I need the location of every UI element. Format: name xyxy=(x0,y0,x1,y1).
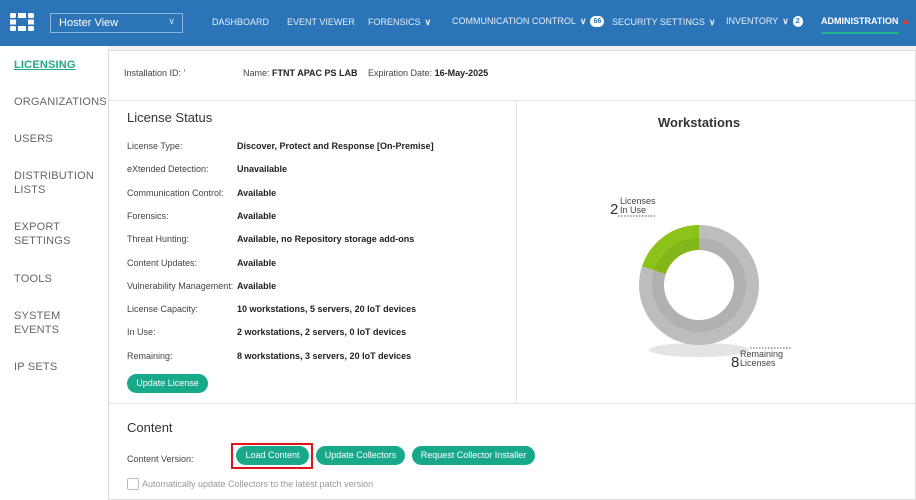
fortinet-logo[interactable] xyxy=(10,13,34,31)
nav-event-viewer[interactable]: EVENT VIEWER xyxy=(287,17,355,27)
sidebar-item-users[interactable]: USERS xyxy=(14,132,53,146)
license-row-value: Available xyxy=(237,280,277,291)
expiration-date: Expiration Date: 16-May-2025 xyxy=(368,68,488,78)
sidebar-item-licensing[interactable]: LICENSING xyxy=(14,58,76,72)
nav-forensics[interactable]: FORENSICS ∨ xyxy=(368,17,431,28)
license-row-value: Available xyxy=(237,257,277,268)
nav-label: COMMUNICATION CONTROL xyxy=(452,16,576,26)
sidebar-item-ip-sets[interactable]: IP SETS xyxy=(14,360,57,374)
license-name: Name: FTNT APAC PS LAB xyxy=(243,68,358,78)
top-nav: Hoster View ∨ DASHBOARD EVENT VIEWER FORE… xyxy=(0,0,916,46)
sidebar-item-system-events[interactable]: SYSTEM EVENTS xyxy=(14,309,74,337)
remaining-label-2: Licenses xyxy=(740,358,776,368)
license-row-value: 2 workstations, 2 servers, 0 IoT devices xyxy=(237,327,407,338)
value: ' xyxy=(183,68,186,78)
installation-id: Installation ID: ' xyxy=(124,68,185,78)
chevron-down-icon: ∨ xyxy=(579,16,587,26)
license-row-label: License Type: xyxy=(127,141,183,151)
nav-label: INVENTORY xyxy=(726,16,779,26)
license-row-value: Discover, Protect and Response [On-Premi… xyxy=(237,141,434,151)
load-content-button[interactable]: Load Content xyxy=(236,446,309,465)
in-use-label-2: In Use xyxy=(620,205,646,215)
auto-update-checkbox[interactable] xyxy=(127,478,139,490)
warning-icon: ▲ xyxy=(900,16,911,27)
request-collector-installer-button[interactable]: Request Collector Installer xyxy=(412,446,535,465)
remaining-count: 8 xyxy=(731,354,739,371)
label: Expiration Date: xyxy=(368,68,433,78)
nav-administration[interactable]: ADMINISTRATION ▲ xyxy=(821,16,911,27)
nav-inventory[interactable]: INVENTORY ∨ 2 xyxy=(726,16,803,27)
sidebar-item-organizations[interactable]: ORGANIZATIONS xyxy=(14,95,107,109)
sidebar-item-export-settings[interactable]: EXPORT SETTINGS xyxy=(14,220,84,248)
license-row-value: Available, no Repository storage add-ons xyxy=(237,234,415,245)
nav-label: EVENT VIEWER xyxy=(287,17,355,27)
value: FTNT APAC PS LAB xyxy=(272,68,358,78)
content-title: Content xyxy=(127,420,173,435)
license-row-label: License Capacity: xyxy=(127,304,199,315)
update-license-button[interactable]: Update License xyxy=(127,374,208,393)
count-badge: 2 xyxy=(792,16,803,27)
count-badge: 66 xyxy=(590,16,605,27)
license-row-label: Content Updates: xyxy=(127,257,198,268)
divider xyxy=(516,100,517,403)
value: 16-May-2025 xyxy=(434,68,489,78)
license-row-value: Available xyxy=(237,187,277,198)
license-row-value: Available xyxy=(237,210,277,221)
license-row-value: 10 workstations, 5 servers, 20 IoT devic… xyxy=(237,304,417,315)
chevron-down-icon: ∨ xyxy=(782,16,789,26)
divider xyxy=(109,403,915,404)
license-status-title: License Status xyxy=(127,110,213,125)
license-row-label: In Use: xyxy=(127,327,156,338)
nav-label: SECURITY SETTINGS xyxy=(612,17,705,27)
content-version-label: Content Version: xyxy=(127,454,194,464)
active-underline xyxy=(821,32,899,34)
in-use-count: 2 xyxy=(610,201,618,218)
chevron-down-icon: ∨ xyxy=(708,17,716,27)
nav-dashboard[interactable]: DASHBOARD xyxy=(212,17,269,27)
sidebar: LICENSING ORGANIZATIONS USERS DISTRIBUTI… xyxy=(0,46,108,500)
update-collectors-button[interactable]: Update Collectors xyxy=(316,446,405,465)
license-row-label: Communication Control: xyxy=(127,187,224,198)
license-row-label: Forensics: xyxy=(127,210,169,221)
auto-update-label: Automatically update Collectors to the l… xyxy=(142,479,374,489)
label: Installation ID: xyxy=(124,68,182,78)
license-row-value: Unavailable xyxy=(237,164,288,175)
license-row-label: Remaining: xyxy=(127,350,173,361)
chart-title: Workstations xyxy=(658,115,741,130)
license-row-label: eXtended Detection: xyxy=(127,164,209,175)
divider xyxy=(109,100,915,101)
chevron-down-icon: ∨ xyxy=(424,17,432,27)
nav-label: FORENSICS xyxy=(368,17,421,27)
nav-label: DASHBOARD xyxy=(212,17,270,27)
sidebar-item-tools[interactable]: TOOLS xyxy=(14,272,52,286)
nav-communication-control[interactable]: COMMUNICATION CONTROL ∨ 66 xyxy=(452,16,605,27)
sidebar-item-distribution-lists[interactable]: DISTRIBUTION LISTS xyxy=(14,169,94,197)
workstations-donut-chart: 2 Licenses In Use 8 Remaining Licenses xyxy=(610,196,792,371)
view-select[interactable]: Hoster View ∨ xyxy=(50,13,183,33)
view-select-value: Hoster View xyxy=(59,17,119,29)
license-row-label: Vulnerability Management: xyxy=(127,280,234,291)
label: Name: xyxy=(243,68,270,78)
nav-security-settings[interactable]: SECURITY SETTINGS ∨ xyxy=(612,17,715,28)
nav-label: ADMINISTRATION xyxy=(821,16,899,26)
chevron-down-icon: ∨ xyxy=(168,16,175,26)
license-row-value: 8 workstations, 3 servers, 20 IoT device… xyxy=(237,350,412,361)
license-row-label: Threat Hunting: xyxy=(127,234,190,245)
